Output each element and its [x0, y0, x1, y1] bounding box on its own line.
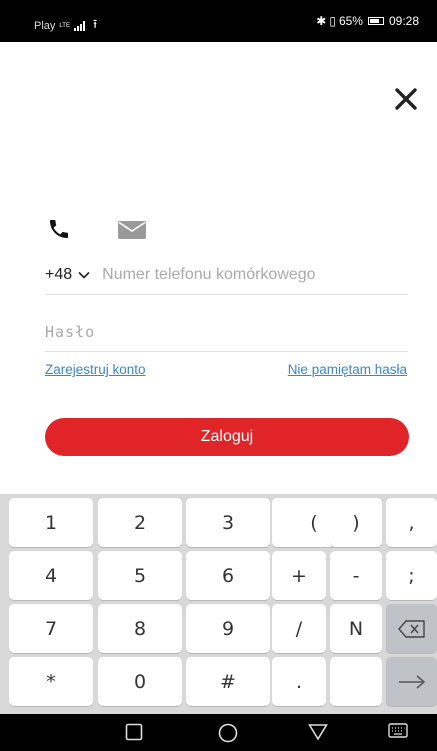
status-bar: Play LTE ⭱ ✱ ▯ 65% 09:28	[0, 0, 437, 42]
status-left: Play LTE ⭱	[34, 15, 97, 36]
mail-icon	[118, 221, 146, 239]
key-asterisk[interactable]: *	[9, 657, 93, 706]
backspace-key[interactable]	[386, 604, 437, 653]
forgot-password-link[interactable]: Nie pamiętam hasła	[288, 362, 407, 377]
recent-apps-button[interactable]	[125, 723, 143, 746]
backspace-icon	[397, 619, 425, 638]
vibrate-icon: ▯	[329, 14, 336, 28]
next-key[interactable]	[386, 657, 437, 706]
phone-input[interactable]	[102, 265, 363, 284]
status-right: ✱ ▯ 65% 09:28	[316, 14, 419, 28]
phone-field-row: +48	[45, 255, 408, 295]
circle-icon	[218, 723, 238, 743]
key-2[interactable]: 2	[98, 498, 182, 547]
key-7[interactable]: 7	[9, 604, 93, 653]
triangle-icon	[308, 724, 328, 741]
network-type: LTE	[59, 22, 70, 29]
key-minus[interactable]: -	[330, 551, 382, 600]
back-button[interactable]	[308, 723, 328, 746]
key-9[interactable]: 9	[186, 604, 270, 653]
key-blank[interactable]	[330, 657, 382, 706]
close-button[interactable]	[393, 86, 419, 112]
country-code-selector[interactable]: +48	[45, 266, 90, 284]
login-button[interactable]: Zaloguj	[45, 418, 409, 456]
key-5[interactable]: 5	[98, 551, 182, 600]
country-code-value: +48	[45, 265, 73, 283]
key-slash[interactable]: /	[272, 604, 326, 653]
keyboard-toggle-button[interactable]	[388, 723, 408, 744]
key-8[interactable]: 8	[98, 604, 182, 653]
clock: 09:28	[388, 14, 419, 28]
key-6[interactable]: 6	[186, 551, 270, 600]
square-icon	[125, 723, 143, 741]
chevron-down-icon	[78, 271, 90, 279]
bluetooth-icon: ✱	[316, 14, 327, 28]
key-period[interactable]: .	[272, 657, 326, 706]
key-semicolon[interactable]: ;	[386, 551, 437, 600]
key-0[interactable]: 0	[98, 657, 182, 706]
key-comma[interactable]: ,	[386, 498, 437, 547]
key-3[interactable]: 3	[186, 498, 270, 547]
home-button[interactable]	[218, 723, 238, 748]
carrier-name: Play	[34, 19, 56, 32]
key-hash[interactable]: #	[186, 657, 270, 706]
upload-icon: ⭱	[92, 17, 98, 31]
keyboard-icon	[388, 723, 408, 738]
password-input[interactable]	[45, 322, 408, 341]
navigation-bar	[0, 714, 437, 751]
key-4[interactable]: 4	[9, 551, 93, 600]
password-field-row	[45, 312, 408, 352]
tab-email-login[interactable]	[117, 220, 147, 240]
numeric-keypad: 1 2 3 ( ) , 4 5 6 + - ; 7 8 9 / N * 0 # …	[0, 494, 437, 714]
arrow-right-icon	[398, 674, 425, 689]
phone-icon	[50, 220, 68, 238]
signal-icon	[73, 20, 85, 31]
register-link[interactable]: Zarejestruj konto	[45, 362, 146, 377]
battery-percent: 65%	[338, 14, 363, 28]
key-close-paren[interactable]: )	[330, 498, 382, 547]
battery-icon	[367, 17, 384, 25]
key-1[interactable]: 1	[9, 498, 93, 547]
key-n[interactable]: N	[330, 604, 382, 653]
close-icon	[395, 88, 417, 110]
key-plus[interactable]: +	[272, 551, 326, 600]
tab-phone-login[interactable]	[45, 217, 73, 241]
